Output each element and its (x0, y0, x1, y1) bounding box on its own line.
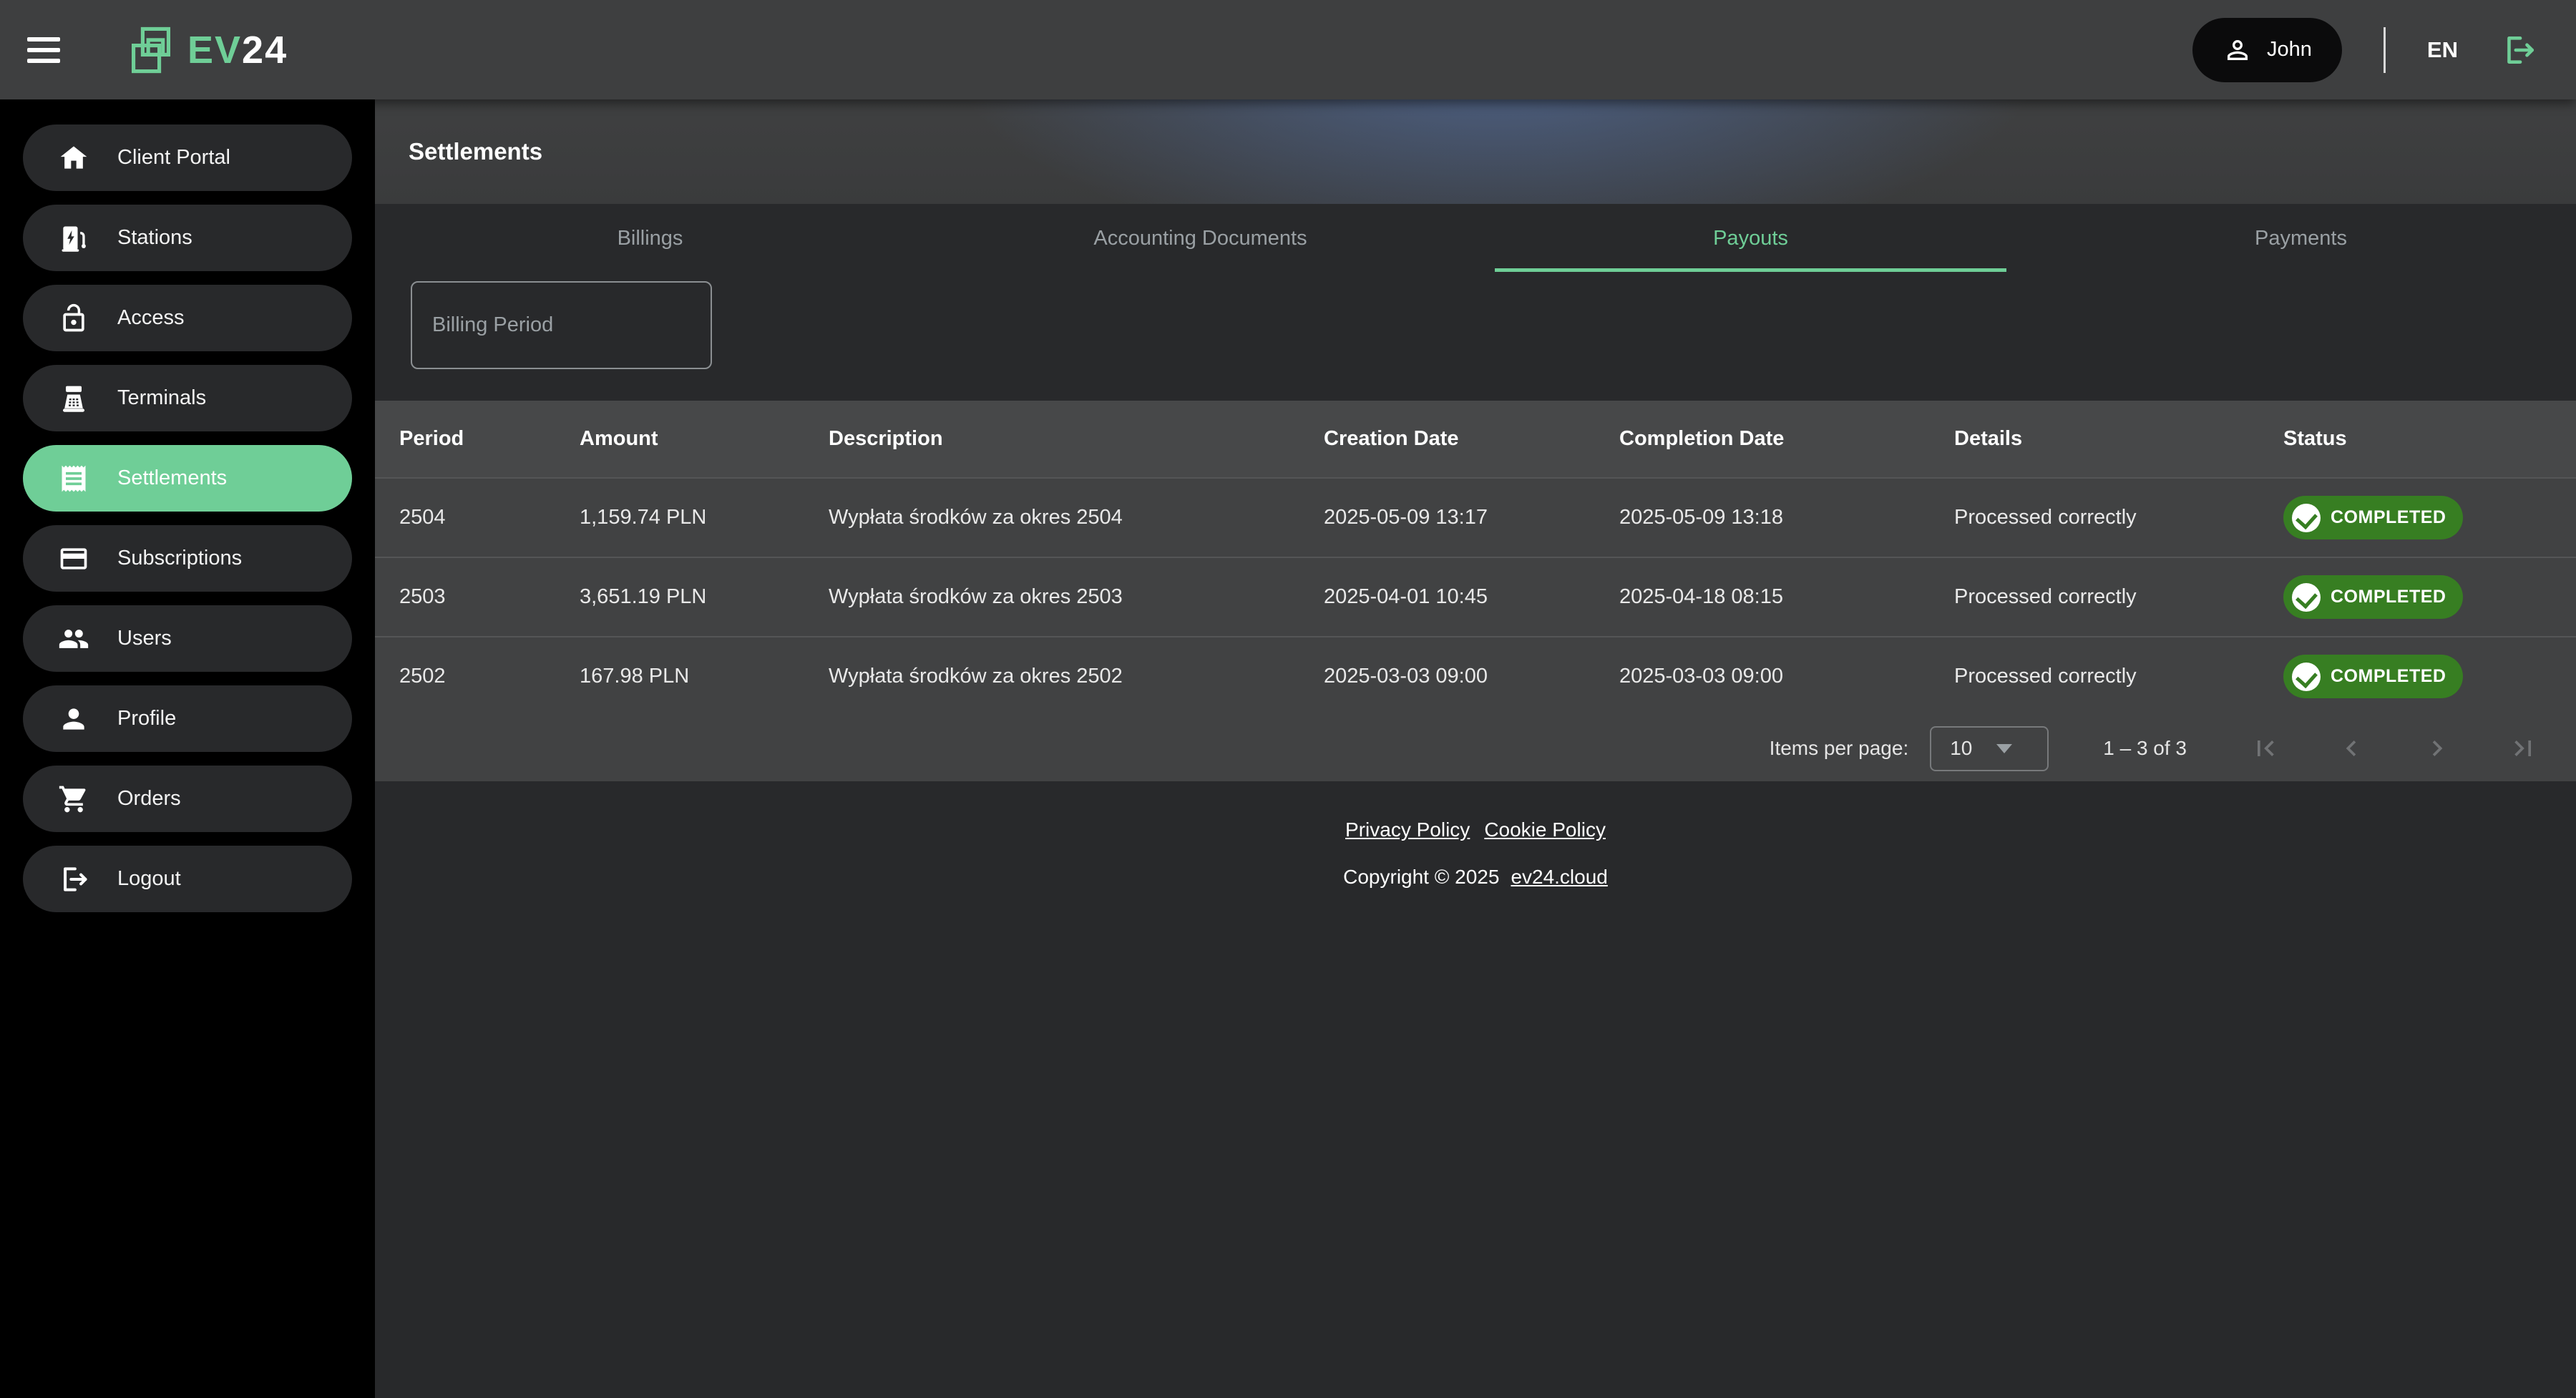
privacy-policy-link[interactable]: Privacy Policy (1345, 818, 1470, 841)
col-details: Details (1930, 427, 2259, 451)
last-page-icon[interactable] (2506, 731, 2540, 766)
hamburger-menu-icon[interactable] (27, 37, 60, 63)
paginator: Items per page: 10 1 – 3 of 3 (375, 715, 2576, 781)
ev-station-icon (57, 222, 90, 255)
tab-billings[interactable]: Billings (375, 204, 925, 273)
home-icon (57, 142, 90, 175)
sidebar-item-terminals[interactable]: Terminals (23, 365, 352, 431)
col-creation-date: Creation Date (1299, 427, 1595, 451)
col-description: Description (804, 427, 1299, 451)
sidebar-item-client-portal[interactable]: Client Portal (23, 124, 352, 191)
page-size-select[interactable]: 10 (1930, 726, 2049, 771)
language-selector[interactable]: EN (2427, 37, 2458, 63)
billing-period-field[interactable] (411, 281, 712, 369)
credit-card-icon (57, 542, 90, 575)
cookie-policy-link[interactable]: Cookie Policy (1484, 818, 1606, 841)
top-bar: EV24 John EN (0, 0, 2576, 99)
first-page-icon[interactable] (2248, 731, 2283, 766)
tab-payments[interactable]: Payments (2026, 204, 2576, 273)
person-icon (57, 703, 90, 735)
user-menu-button[interactable]: John (2192, 18, 2342, 82)
sidebar-item-stations[interactable]: Stations (23, 205, 352, 271)
sidebar-item-logout[interactable]: Logout (23, 846, 352, 912)
user-avatar-icon (2223, 35, 2253, 65)
payouts-table: Period Amount Description Creation Date … (375, 401, 2576, 781)
check-icon (2292, 663, 2321, 691)
table-header-row: Period Amount Description Creation Date … (375, 401, 2576, 477)
sidebar-item-subscriptions[interactable]: Subscriptions (23, 525, 352, 592)
topbar-divider (2384, 27, 2386, 73)
page-header: Settlements (375, 99, 2576, 204)
main-content: Settlements Billings Accounting Document… (375, 99, 2576, 1398)
footer: Privacy Policy Cookie Policy Copyright ©… (375, 818, 2576, 889)
col-period: Period (375, 427, 555, 451)
domain-link[interactable]: ev24.cloud (1511, 866, 1607, 889)
sidebar: Client Portal Stations Access (0, 99, 375, 1398)
status-badge: COMPLETED (2283, 575, 2463, 619)
dropdown-arrow-icon (1996, 744, 2012, 753)
cart-icon (57, 783, 90, 816)
paginator-nav (2248, 731, 2540, 766)
check-icon (2292, 583, 2321, 612)
users-icon (57, 622, 90, 655)
sidebar-item-settlements[interactable]: Settlements (23, 445, 352, 512)
terminal-icon (57, 382, 90, 415)
lock-open-icon (57, 302, 90, 335)
copyright-text: Copyright © 2025 (1343, 866, 1499, 889)
status-badge: COMPLETED (2283, 655, 2463, 698)
sidebar-item-users[interactable]: Users (23, 605, 352, 672)
sidebar-item-access[interactable]: Access (23, 285, 352, 351)
filter-band (375, 273, 2576, 401)
tab-accounting-documents[interactable]: Accounting Documents (925, 204, 1475, 273)
logo-mark-icon (129, 24, 173, 76)
check-icon (2292, 504, 2321, 532)
page-range-label: 1 – 3 of 3 (2103, 737, 2187, 760)
table-row: 2504 1,159.74 PLN Wypłata środków za okr… (375, 477, 2576, 557)
logout-icon[interactable] (2501, 32, 2537, 68)
page-size-value: 10 (1950, 737, 1972, 760)
page-title: Settlements (409, 138, 542, 165)
status-badge: COMPLETED (2283, 496, 2463, 539)
sidebar-item-orders[interactable]: Orders (23, 766, 352, 832)
prev-page-icon[interactable] (2334, 731, 2368, 766)
col-status: Status (2259, 427, 2576, 451)
table-row: 2502 167.98 PLN Wypłata środków za okres… (375, 636, 2576, 715)
table-row: 2503 3,651.19 PLN Wypłata środków za okr… (375, 557, 2576, 636)
tab-bar: Billings Accounting Documents Payouts Pa… (375, 204, 2576, 273)
billing-period-input[interactable] (432, 313, 711, 337)
user-name: John (2267, 38, 2312, 62)
next-page-icon[interactable] (2420, 731, 2454, 766)
items-per-page-label: Items per page: (1770, 737, 1909, 760)
sidebar-item-profile[interactable]: Profile (23, 685, 352, 752)
col-amount: Amount (555, 427, 804, 451)
receipt-icon (57, 462, 90, 495)
logout-icon (57, 863, 90, 896)
app-logo[interactable]: EV24 (129, 24, 288, 76)
tab-payouts[interactable]: Payouts (1475, 204, 2026, 273)
logo-text: EV24 (187, 28, 288, 72)
col-completion-date: Completion Date (1595, 427, 1930, 451)
